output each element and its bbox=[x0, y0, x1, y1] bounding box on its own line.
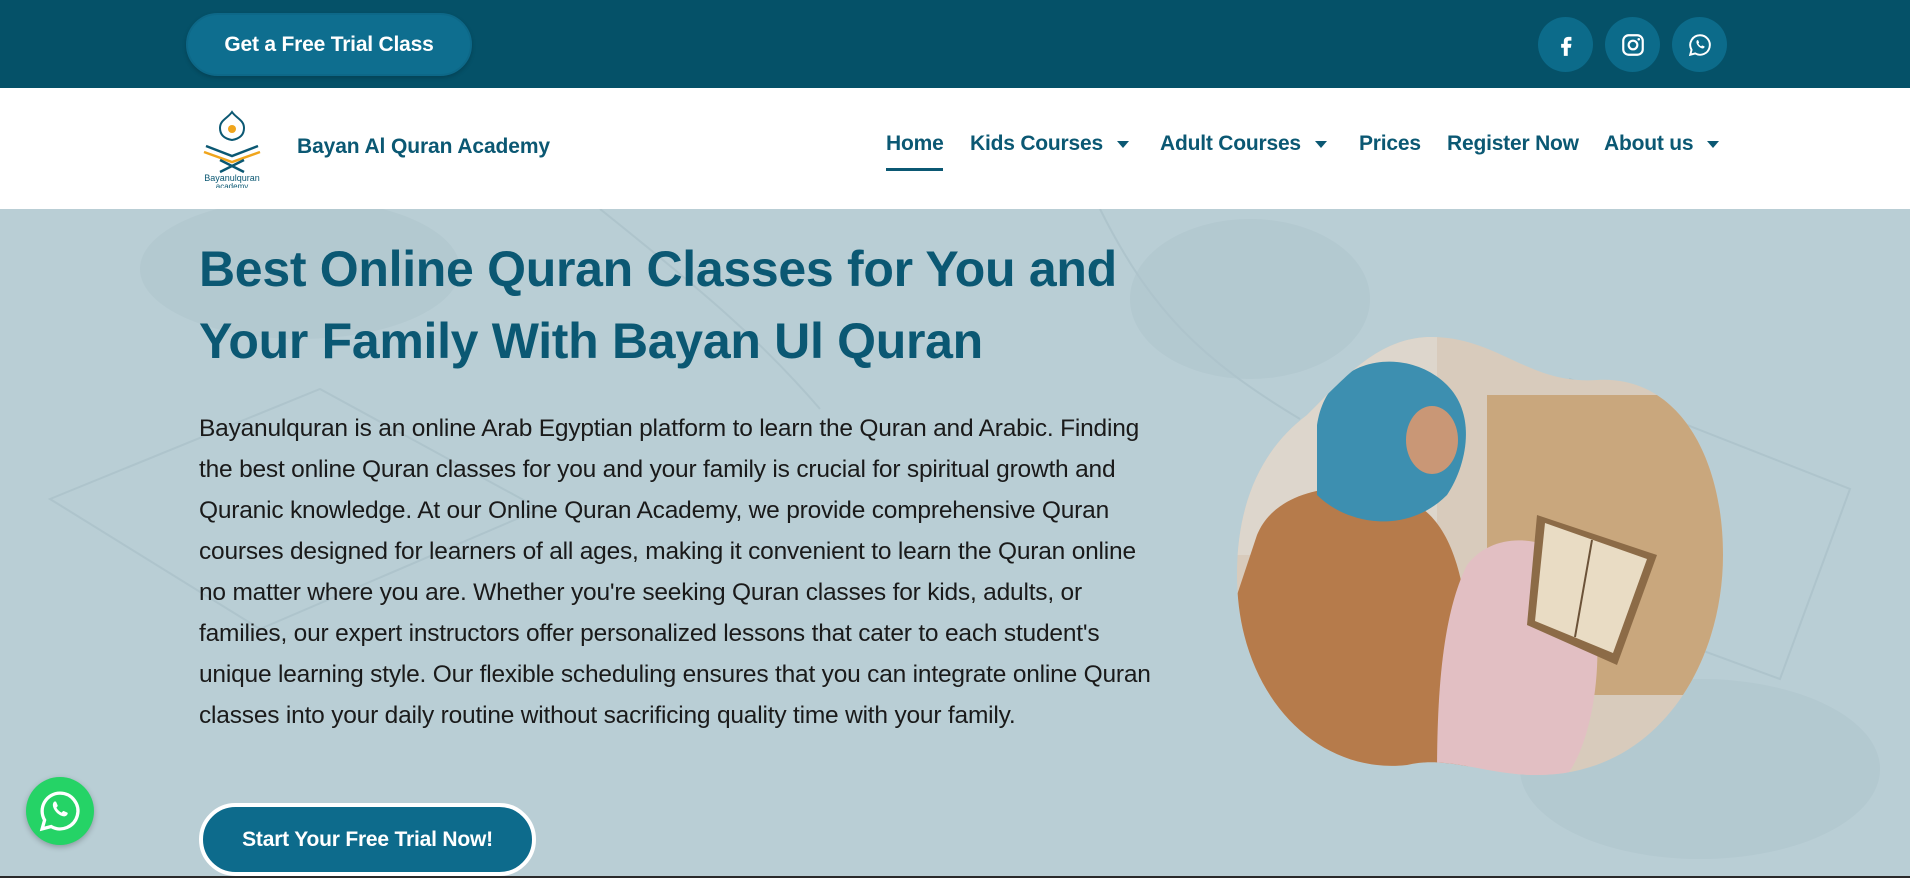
whatsapp-chat-button[interactable] bbox=[26, 777, 94, 845]
nav-item-label: About us bbox=[1604, 132, 1694, 155]
hero-description: Bayanulquran is an online Arab Egyptian … bbox=[199, 415, 1151, 729]
nav-item-label: Register Now bbox=[1447, 132, 1579, 155]
nav-item-register-now[interactable]: Register Now bbox=[1447, 132, 1579, 156]
nav-item-label: Adult Courses bbox=[1160, 132, 1301, 155]
whatsapp-icon bbox=[39, 791, 80, 832]
brand-name[interactable]: Bayan Al Quran Academy bbox=[297, 135, 550, 159]
caret-down-icon bbox=[1314, 140, 1327, 148]
hero-title: Best Online Quran Classes for You and Yo… bbox=[199, 241, 1117, 369]
nav-item-prices[interactable]: Prices bbox=[1359, 132, 1421, 156]
caret-down-icon bbox=[1707, 140, 1720, 148]
page-edge bbox=[1910, 0, 1918, 878]
nav-item-label: Home bbox=[886, 132, 944, 155]
free-trial-button[interactable]: Get a Free Trial Class bbox=[186, 13, 472, 76]
facebook-link[interactable] bbox=[1538, 17, 1593, 72]
instagram-icon bbox=[1621, 33, 1644, 56]
nav-item-adult-courses[interactable]: Adult Courses bbox=[1160, 132, 1327, 156]
nav-item-kids-courses[interactable]: Kids Courses bbox=[970, 132, 1129, 156]
instagram-link[interactable] bbox=[1605, 17, 1660, 72]
nav-item-label: Kids Courses bbox=[970, 132, 1103, 155]
hero-photo-mother-daughter-reading bbox=[1237, 336, 1723, 775]
top-bar: Get a Free Trial Class bbox=[0, 0, 1910, 88]
facebook-icon bbox=[1560, 36, 1571, 56]
active-underline bbox=[886, 168, 943, 171]
academy-logo[interactable]: Bayanulquran academy bbox=[198, 108, 266, 188]
nav-item-about-us[interactable]: About us bbox=[1604, 132, 1720, 156]
nav-item-home[interactable]: Home bbox=[886, 132, 944, 156]
whatsapp-icon bbox=[1688, 33, 1711, 56]
nav-item-label: Prices bbox=[1359, 132, 1421, 155]
caret-down-icon bbox=[1116, 140, 1129, 148]
whatsapp-link[interactable] bbox=[1672, 17, 1727, 72]
start-free-trial-button[interactable]: Start Your Free Trial Now! bbox=[199, 803, 536, 876]
logo-text-2: academy bbox=[216, 182, 248, 188]
